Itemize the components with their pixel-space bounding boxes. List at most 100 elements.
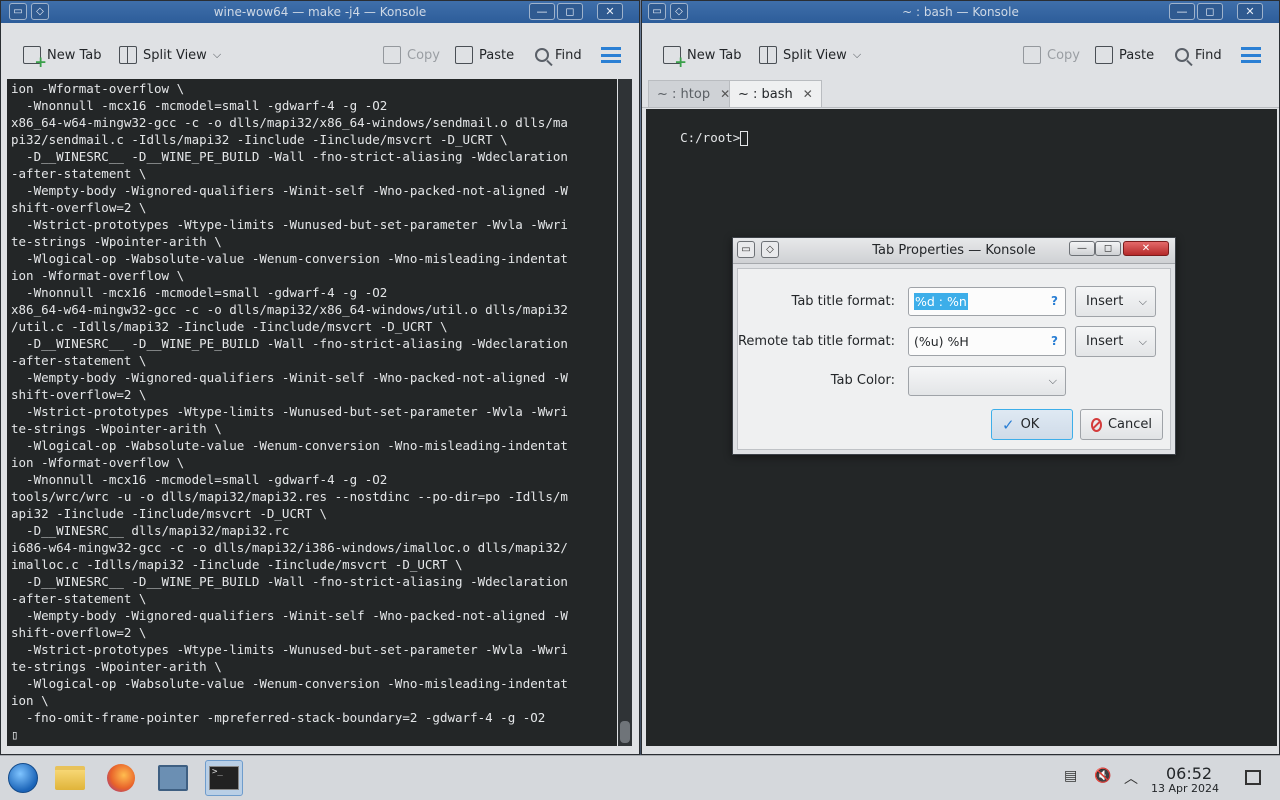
terminal-line: -Wlogical-op -Wabsolute-value -Wenum-con… xyxy=(11,438,568,453)
taskbar: >_ ▤ 🔇 ︿ 06:52 13 Apr 2024 xyxy=(0,755,1280,800)
split-view-icon xyxy=(119,46,137,64)
left-terminal-scrollbar[interactable] xyxy=(618,79,632,746)
terminal-line: i686-w64-mingw32-gcc -c -o dlls/mapi32/i… xyxy=(11,540,568,555)
hamburger-menu-button[interactable] xyxy=(601,43,621,67)
paste-icon xyxy=(455,46,473,64)
tab-color-picker[interactable]: ⌵ xyxy=(908,366,1066,396)
selected-text: %d : %n xyxy=(914,293,968,310)
terminal-line: ion -Wformat-overflow \ xyxy=(11,81,185,96)
copy-icon xyxy=(1023,46,1041,64)
terminal-line: -Wlogical-op -Wabsolute-value -Wenum-con… xyxy=(11,676,568,691)
folder-icon xyxy=(55,766,85,790)
help-icon[interactable]: ? xyxy=(1051,288,1058,315)
tab-color-label: Tab Color: xyxy=(830,373,895,388)
right-window-titlebar[interactable]: ▭ ◇ ~ : bash — Konsole — ◻ ✕ xyxy=(642,1,1279,23)
paste-icon xyxy=(1095,46,1113,64)
clock-date[interactable]: 13 Apr 2024 xyxy=(1151,782,1219,795)
copy-button[interactable]: Copy xyxy=(1023,43,1080,67)
minimize-button[interactable]: — xyxy=(1069,241,1095,256)
remote-tab-title-format-input[interactable]: (%u) %H ? xyxy=(908,327,1066,356)
split-view-button[interactable]: Split View ⌵ xyxy=(759,43,861,67)
split-view-icon xyxy=(759,46,777,64)
search-icon xyxy=(1175,48,1189,62)
find-button[interactable]: Find xyxy=(535,43,582,67)
terminal-line: -D__WINESRC__ -D__WINE_PE_BUILD -Wall -f… xyxy=(11,336,568,351)
scrollbar-thumb[interactable] xyxy=(620,721,630,743)
clipboard-icon[interactable]: ▤ xyxy=(1064,768,1077,784)
system-settings-icon xyxy=(158,765,188,791)
terminal-line: imalloc.c -Idlls/mapi32 -Iinclude -Iincl… xyxy=(11,557,463,572)
insert-dropdown-title[interactable]: Insert ⌵ xyxy=(1075,286,1156,317)
maximize-button[interactable]: ◻ xyxy=(1095,241,1121,256)
konsole-task[interactable]: >_ xyxy=(205,760,243,796)
hamburger-menu-button[interactable] xyxy=(1241,43,1261,67)
tab-properties-dialog: ▭ ◇ Tab Properties — Konsole — ◻ ✕ Tab t… xyxy=(732,237,1176,455)
tab-label: ~ : htop xyxy=(657,86,711,102)
shell-prompt: C:/root> xyxy=(680,130,741,145)
terminal-line: /util.c -Idlls/mapi32 -Iinclude -Iinclud… xyxy=(11,319,448,334)
copy-label: Copy xyxy=(407,47,440,63)
terminal-line: -D__WINESRC__ -D__WINE_PE_BUILD -Wall -f… xyxy=(11,149,568,164)
new-tab-button[interactable]: New Tab xyxy=(663,43,742,71)
find-button[interactable]: Find xyxy=(1175,43,1222,67)
paste-button[interactable]: Paste xyxy=(1095,43,1154,67)
paste-label: Paste xyxy=(479,47,515,63)
tab-label: ~ : bash xyxy=(738,86,793,102)
terminal-line: -Wstrict-prototypes -Wtype-limits -Wunus… xyxy=(11,642,568,657)
tab-htop[interactable]: ~ : htop ✕ xyxy=(648,80,740,107)
terminal-line: x86_64-w64-mingw32-gcc -c -o dlls/mapi32… xyxy=(11,302,568,317)
dialog-titlebar[interactable]: ▭ ◇ Tab Properties — Konsole — ◻ ✕ xyxy=(733,238,1175,264)
split-view-label: Split View xyxy=(783,47,847,63)
minimize-button[interactable]: — xyxy=(1169,3,1195,20)
copy-button[interactable]: Copy xyxy=(383,43,440,67)
split-view-button[interactable]: Split View ⌵ xyxy=(119,43,221,67)
insert-dropdown-remote[interactable]: Insert ⌵ xyxy=(1075,326,1156,357)
terminal-line: te-strings -Wpointer-arith \ xyxy=(11,659,222,674)
maximize-button[interactable]: ◻ xyxy=(557,3,583,20)
help-icon[interactable]: ? xyxy=(1051,328,1058,355)
terminal-line: ▯ xyxy=(11,727,19,742)
cancel-label: Cancel xyxy=(1107,417,1152,432)
paste-button[interactable]: Paste xyxy=(455,43,514,67)
checkmark-icon: ✓ xyxy=(1002,415,1015,434)
terminal-line: -D__WINESRC__ dlls/mapi32/mapi32.rc xyxy=(11,523,290,538)
search-icon xyxy=(535,48,549,62)
chevron-down-icon: ⌵ xyxy=(1048,374,1057,387)
new-tab-icon xyxy=(23,46,47,71)
terminal-line: -Wempty-body -Wignored-qualifiers -Winit… xyxy=(11,608,568,623)
terminal-line: tools/wrc/wrc -u -o dlls/mapi32/mapi32.r… xyxy=(11,489,568,504)
left-window-titlebar[interactable]: ▭ ◇ wine-wow64 — make -j4 — Konsole — ◻ … xyxy=(1,1,639,23)
clock-time[interactable]: 06:52 xyxy=(1166,764,1212,783)
new-tab-button[interactable]: New Tab xyxy=(23,43,102,71)
terminal-icon: >_ xyxy=(209,766,239,790)
show-desktop-button[interactable] xyxy=(1245,770,1261,785)
tab-title-format-input[interactable]: %d : %n ? xyxy=(908,287,1066,316)
firefox-launcher[interactable] xyxy=(102,760,140,796)
left-terminal-output[interactable]: ion -Wformat-overflow \ -Wnonnull -mcx16… xyxy=(7,79,617,746)
tab-bar: ~ : htop ✕ ~ : bash ✕ xyxy=(642,78,1279,108)
new-tab-label: New Tab xyxy=(687,47,742,63)
find-label: Find xyxy=(555,47,582,63)
file-manager-launcher[interactable] xyxy=(51,760,89,796)
new-tab-icon xyxy=(663,46,687,71)
tab-bash[interactable]: ~ : bash ✕ xyxy=(729,80,822,107)
start-menu-button[interactable] xyxy=(4,760,42,796)
volume-muted-icon[interactable]: 🔇 xyxy=(1094,768,1111,784)
cancel-button[interactable]: Cancel xyxy=(1080,409,1163,440)
close-button[interactable]: ✕ xyxy=(1123,241,1169,256)
terminal-line: -Wnonnull -mcx16 -mcmodel=small -gdwarf-… xyxy=(11,98,388,113)
ok-button[interactable]: ✓ OK xyxy=(991,409,1073,440)
system-settings-launcher[interactable] xyxy=(154,760,192,796)
maximize-button[interactable]: ◻ xyxy=(1197,3,1223,20)
terminal-line: shift-overflow=2 \ xyxy=(11,200,147,215)
terminal-line: -D__WINESRC__ -D__WINE_PE_BUILD -Wall -f… xyxy=(11,574,568,589)
chevron-up-icon[interactable]: ︿ xyxy=(1124,768,1138,788)
split-view-label: Split View xyxy=(143,47,207,63)
start-orb-icon xyxy=(8,763,38,793)
minimize-button[interactable]: — xyxy=(529,3,555,20)
close-button[interactable]: ✕ xyxy=(597,3,623,20)
terminal-line: ion -Wformat-overflow \ xyxy=(11,455,185,470)
close-button[interactable]: ✕ xyxy=(1237,3,1263,20)
new-tab-label: New Tab xyxy=(47,47,102,63)
close-tab-icon[interactable]: ✕ xyxy=(803,87,813,101)
